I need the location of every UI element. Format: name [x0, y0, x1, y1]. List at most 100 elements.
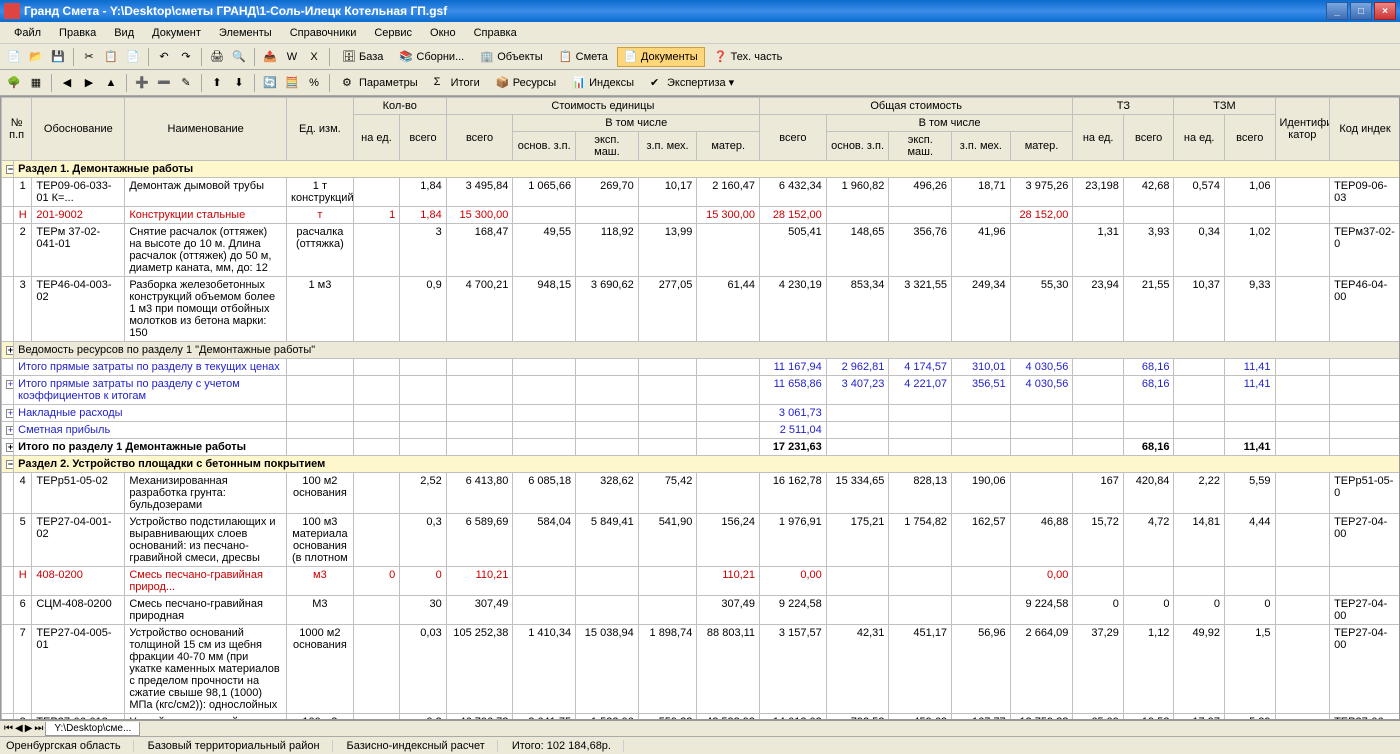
row-5-sub[interactable]: Н408-0200Смесь песчано-гравийная природ.… [2, 567, 1400, 596]
tab-nav-next[interactable]: ▶ [25, 723, 33, 734]
row-1[interactable]: 1ТЕР09-06-033-01 К=...Демонтаж дымовой т… [2, 178, 1400, 207]
minimize-button[interactable]: _ [1326, 2, 1348, 20]
menu-help[interactable]: Справка [466, 25, 525, 41]
tool-export-icon[interactable]: 📤 [260, 47, 280, 67]
row-5[interactable]: 5ТЕР27-04-001-02Устройство подстилающих … [2, 514, 1400, 567]
estimate-grid[interactable]: № п.п Обоснование Наименование Ед. изм. … [1, 97, 1400, 720]
tool-moveup-icon[interactable]: ⬆ [207, 73, 227, 93]
menu-file[interactable]: Файл [6, 25, 49, 41]
tool-paste-icon[interactable]: 📄 [123, 47, 143, 67]
tool-back-icon[interactable]: ◀ [57, 73, 77, 93]
menu-document[interactable]: Документ [144, 25, 209, 41]
row-1-sub[interactable]: Н201-9002Конструкции стальныет11,8415 30… [2, 207, 1400, 224]
settings-icon: ⚙ [342, 76, 356, 90]
tool-movedown-icon[interactable]: ⬇ [229, 73, 249, 93]
toolbar-main: 📄 📂 💾 ✂ 📋 📄 ↶ ↷ 🖨 🔍 📤 W X 🗄База 📚Сборни.… [0, 44, 1400, 70]
col-obsh[interactable]: Общая стоимость [760, 98, 1073, 115]
row-4[interactable]: 4ТЕРр51-05-02Механизированная разработка… [2, 473, 1400, 514]
total-1b[interactable]: +Итого прямые затраты по разделу с учето… [2, 376, 1400, 405]
row-7[interactable]: 7ТЕР27-04-005-01Устройство оснований тол… [2, 625, 1400, 714]
close-button[interactable]: × [1374, 2, 1396, 20]
menu-window[interactable]: Окно [422, 25, 464, 41]
row-3[interactable]: 3ТЕР46-04-003-02Разборка железобетонных … [2, 277, 1400, 342]
menu-service[interactable]: Сервис [366, 25, 420, 41]
col-kolvo[interactable]: Кол-во [353, 98, 446, 115]
status-raschet: Базисно-индексный расчет [347, 740, 498, 752]
app-icon [4, 3, 20, 19]
tool-excel-icon[interactable]: X [304, 47, 324, 67]
menu-view[interactable]: Вид [106, 25, 142, 41]
tool-percent-icon[interactable]: % [304, 73, 324, 93]
btn-indeksy[interactable]: 📊Индексы [565, 73, 641, 93]
col-kod[interactable]: Код индек [1330, 98, 1400, 161]
tool-add-icon[interactable]: ➕ [132, 73, 152, 93]
total-1a[interactable]: Итого прямые затраты по разделу в текущи… [2, 359, 1400, 376]
tab-nav-first[interactable]: ⏮ [4, 723, 13, 734]
database-icon: 🗄 [342, 50, 356, 64]
tab-nav-prev[interactable]: ◀ [15, 723, 23, 734]
toolbar-secondary: 🌳 ▦ ◀ ▶ ▲ ➕ ➖ ✎ ⬆ ⬇ 🔄 🧮 % ⚙Параметры ΣИт… [0, 70, 1400, 96]
tool-redo-icon[interactable]: ↷ [176, 47, 196, 67]
row-6[interactable]: 6СЦМ-408-0200Смесь песчано-гравийная при… [2, 596, 1400, 625]
btn-ekspertiza[interactable]: ✔Экспертиза▾ [643, 73, 741, 93]
section-2-header[interactable]: −Раздел 2. Устройство площадки с бетонны… [2, 456, 1400, 473]
document-tab[interactable]: Y:\Desktop\сме... [45, 722, 140, 736]
collapse-icon[interactable]: − [6, 165, 14, 174]
tool-copy-icon[interactable]: 📋 [101, 47, 121, 67]
tool-open-icon[interactable]: 📂 [26, 47, 46, 67]
nav-obekty[interactable]: 🏢Объекты [473, 47, 549, 67]
tool-save-icon[interactable]: 💾 [48, 47, 68, 67]
total-1e[interactable]: +Итого по разделу 1 Демонтажные работы17… [2, 439, 1400, 456]
menu-edit[interactable]: Правка [51, 25, 104, 41]
total-1d[interactable]: +Сметная прибыль2 511,04 [2, 422, 1400, 439]
menu-refs[interactable]: Справочники [282, 25, 365, 41]
section-1-header[interactable]: −Раздел 1. Демонтажные работы [2, 161, 1400, 178]
col-tzm[interactable]: ТЗМ [1174, 98, 1275, 115]
row-2[interactable]: 2ТЕРм 37-02-041-01Снятие расчалок (оттяж… [2, 224, 1400, 277]
faq-icon: ❓ [714, 50, 728, 64]
menu-elements[interactable]: Элементы [211, 25, 280, 41]
nav-tehchast[interactable]: ❓Тех. часть [707, 47, 790, 67]
tab-nav-last[interactable]: ⏭ [34, 723, 43, 734]
tool-grid-icon[interactable]: ▦ [26, 73, 46, 93]
col-naim[interactable]: Наименование [125, 98, 287, 161]
building-icon: 🏢 [480, 50, 494, 64]
col-edizm[interactable]: Ед. изм. [287, 98, 354, 161]
tool-preview-icon[interactable]: 🔍 [229, 47, 249, 67]
tabstrip: ⏮ ◀ ▶ ⏭ Y:\Desktop\сме... [0, 720, 1400, 736]
status-itogo: Итого: 102 184,68р. [512, 740, 624, 752]
tool-undo-icon[interactable]: ↶ [154, 47, 174, 67]
menubar: Файл Правка Вид Документ Элементы Справо… [0, 22, 1400, 44]
expand-icon[interactable]: + [6, 346, 14, 355]
tool-print-icon[interactable]: 🖨 [207, 47, 227, 67]
col-obosn[interactable]: Обоснование [32, 98, 125, 161]
tool-fwd-icon[interactable]: ▶ [79, 73, 99, 93]
tool-calc-icon[interactable]: 🧮 [282, 73, 302, 93]
total-1c[interactable]: +Накладные расходы3 061,73 [2, 405, 1400, 422]
tool-word-icon[interactable]: W [282, 47, 302, 67]
btn-itogi[interactable]: ΣИтоги [427, 73, 487, 93]
btn-parametry[interactable]: ⚙Параметры [335, 73, 425, 93]
tool-cut-icon[interactable]: ✂ [79, 47, 99, 67]
col-ident[interactable]: Идентифи катор [1275, 98, 1330, 161]
resources-1-header[interactable]: +Ведомость ресурсов по разделу 1 "Демонт… [2, 342, 1400, 359]
window-title: Гранд Смета - Y:\Desktop\сметы ГРАНД\1-С… [24, 4, 1326, 18]
tool-up-icon[interactable]: ▲ [101, 73, 121, 93]
nav-smeta[interactable]: 📋Смета [552, 47, 615, 67]
nav-baza[interactable]: 🗄База [335, 47, 390, 67]
nav-sborniki[interactable]: 📚Сборни... [392, 47, 471, 67]
tool-edit-icon[interactable]: ✎ [176, 73, 196, 93]
index-icon: 📊 [572, 76, 586, 90]
tool-tree-icon[interactable]: 🌳 [4, 73, 24, 93]
tool-refresh-icon[interactable]: 🔄 [260, 73, 280, 93]
btn-resursy[interactable]: 📦Ресурсы [489, 73, 563, 93]
maximize-button[interactable]: □ [1350, 2, 1372, 20]
grid-container[interactable]: № п.п Обоснование Наименование Ед. изм. … [0, 96, 1400, 720]
col-npp[interactable]: № п.п [2, 98, 32, 161]
col-stoimed[interactable]: Стоимость единицы [446, 98, 759, 115]
tool-del-icon[interactable]: ➖ [154, 73, 174, 93]
tool-new-icon[interactable]: 📄 [4, 47, 24, 67]
nav-dokumenty[interactable]: 📄Документы [617, 47, 705, 67]
check-icon: ✔ [650, 76, 664, 90]
col-tz[interactable]: ТЗ [1073, 98, 1174, 115]
